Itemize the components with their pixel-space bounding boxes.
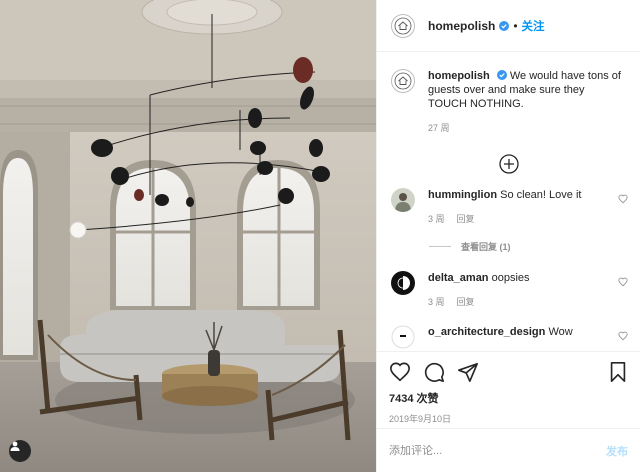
verified-badge-icon [496, 70, 507, 80]
like-comment-heart-icon[interactable] [618, 194, 628, 204]
action-icons-row [389, 352, 628, 392]
homepolish-logo-icon [394, 72, 412, 90]
post-comment-button[interactable]: 发布 [606, 443, 628, 459]
comment-username[interactable]: humminglion [428, 189, 497, 201]
comment-time[interactable]: 3 周 [428, 212, 445, 226]
comment-username[interactable]: delta_aman [428, 272, 489, 284]
comment-item: humminglion So clean! Love it 3 周 回复 [389, 188, 628, 226]
comment-time[interactable]: 3 周 [428, 295, 445, 309]
instagram-post-modal: homepolish • 关注 homepolish We would have… [0, 0, 640, 472]
post-header: homepolish • 关注 [377, 0, 640, 52]
share-icon[interactable] [457, 361, 479, 383]
add-comment-bar: 发布 [377, 428, 640, 472]
post-photo[interactable] [0, 0, 376, 472]
post-caption: homepolish We would have tons of guests … [389, 69, 628, 135]
commenter-avatar[interactable] [391, 271, 415, 295]
heart-icon[interactable] [389, 361, 411, 383]
comment-username[interactable]: o_architecture_design [428, 326, 545, 338]
view-replies-label: 查看回复 (1) [461, 242, 511, 252]
commenter-avatar[interactable] [391, 188, 415, 212]
view-replies-button[interactable]: 查看回复 (1) [429, 240, 628, 253]
homepolish-logo-icon [394, 17, 412, 34]
homepolish-avatar[interactable] [391, 13, 415, 38]
post-side-panel: homepolish • 关注 homepolish We would have… [376, 0, 640, 472]
comment-input[interactable] [389, 444, 606, 457]
reply-button[interactable]: 回复 [457, 295, 475, 309]
o-architecture-avatar-image [391, 325, 415, 349]
comments-list[interactable]: homepolish We would have tons of guests … [377, 53, 640, 351]
follow-button[interactable]: 关注 [522, 18, 545, 34]
delta-aman-avatar-image [391, 271, 415, 295]
comment-text: oopsies [491, 272, 530, 284]
room-illustration [0, 0, 376, 472]
header-separator: • [513, 18, 518, 33]
humminglion-avatar-image [391, 188, 415, 212]
post-date[interactable]: 2019年9月10日 [389, 412, 628, 425]
view-replies-line [429, 246, 451, 247]
header-username[interactable]: homepolish [428, 19, 495, 33]
post-actions: 7434 次赞 2019年9月10日 [377, 351, 640, 425]
verified-badge-icon [499, 20, 510, 31]
load-more-button[interactable] [389, 154, 628, 174]
comment-item: delta_aman oopsies 3 周 回复 [389, 271, 628, 309]
caption-username[interactable]: homepolish [428, 70, 490, 82]
commenter-avatar[interactable] [391, 325, 415, 349]
comment-icon[interactable] [423, 361, 445, 383]
like-comment-heart-icon[interactable] [618, 331, 628, 341]
caption-time[interactable]: 27 周 [428, 121, 450, 135]
comment-text: Wow [548, 326, 573, 338]
load-more-plus-icon [498, 154, 519, 174]
comment-text: So clean! Love it [500, 189, 582, 201]
bookmark-icon[interactable] [608, 361, 628, 383]
likes-count[interactable]: 7434 次赞 [389, 390, 628, 406]
like-comment-heart-icon[interactable] [618, 277, 628, 287]
reply-button[interactable]: 回复 [457, 212, 475, 226]
caption-avatar[interactable] [391, 69, 415, 93]
comment-item: o_architecture_design Wow [389, 325, 628, 349]
tagged-user-icon[interactable] [9, 440, 31, 462]
